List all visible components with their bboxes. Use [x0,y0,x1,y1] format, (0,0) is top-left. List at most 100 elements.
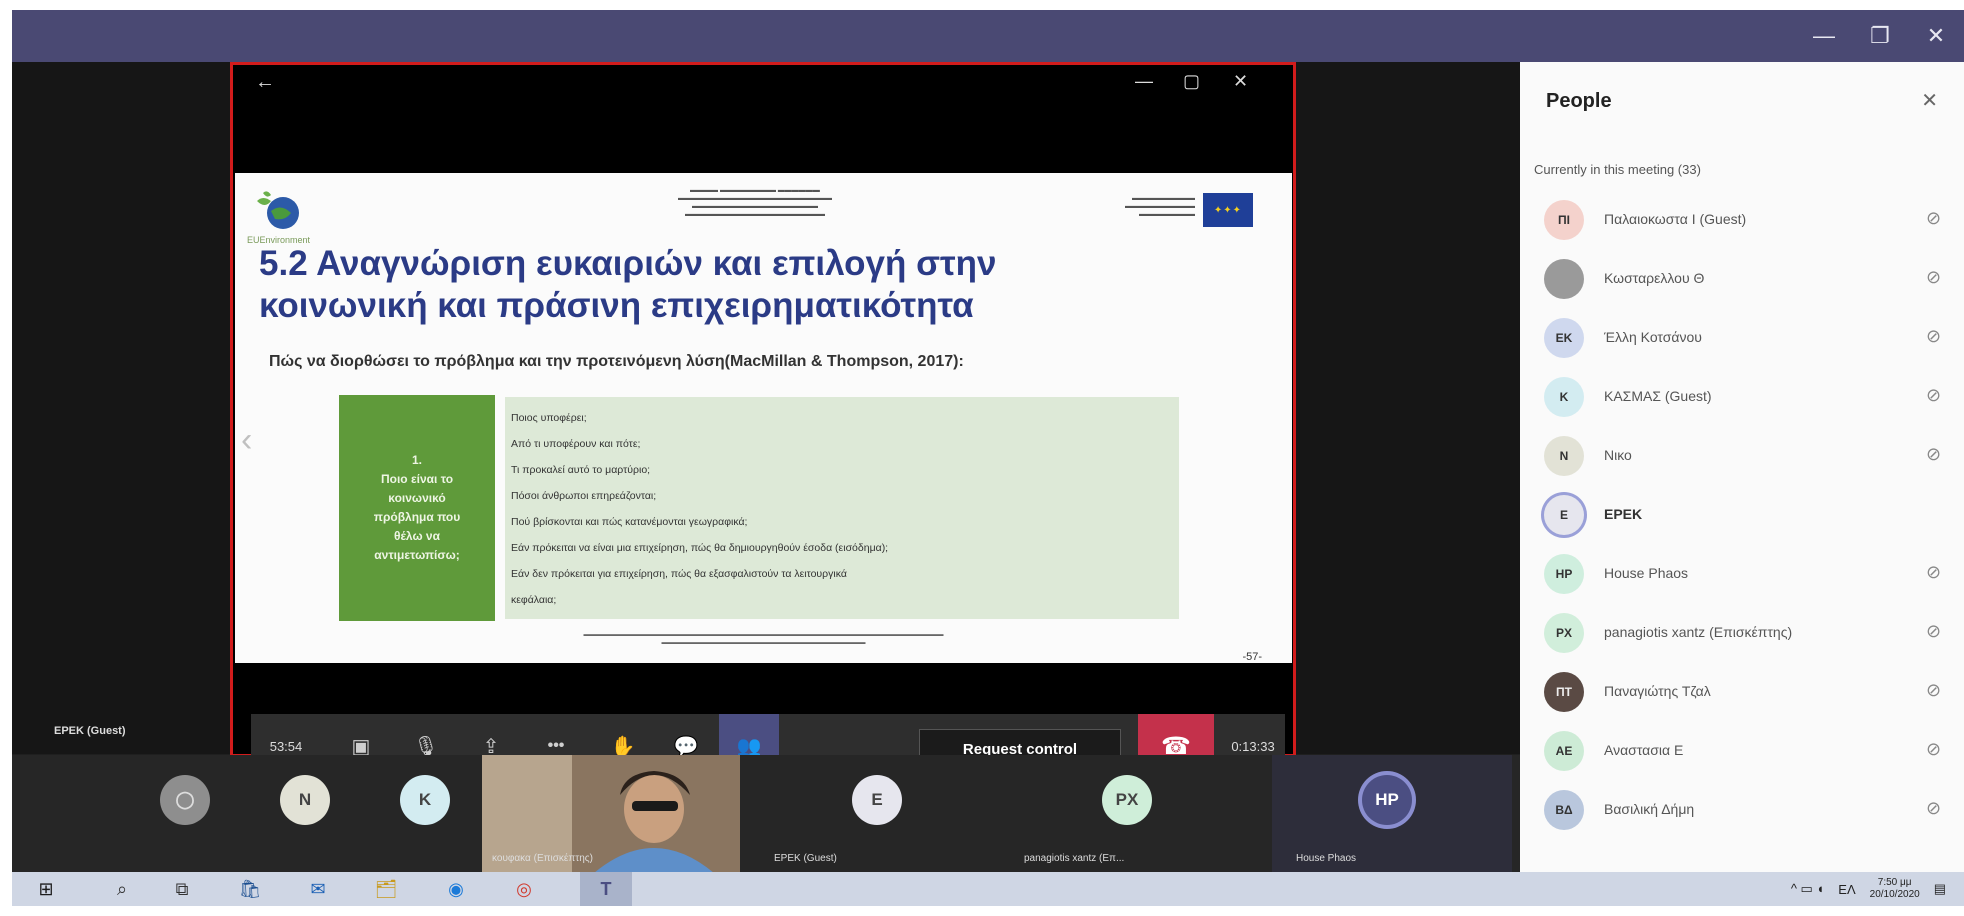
clock-date: 20/10/2020 [1869,889,1920,900]
questions-box: Ποιος υποφέρει; Από τι υποφέρουν και πότ… [505,397,1179,619]
share-close-button[interactable]: ✕ [1233,71,1248,92]
back-arrow-icon[interactable]: ← [255,71,275,94]
eu-flag-icon: ✦✦✦ [1203,193,1253,227]
participant-name: Έλλη Κοτσάνου [1604,329,1702,345]
share-restore-button[interactable]: ▢ [1183,71,1200,92]
participant-tile[interactable]: N [262,755,382,873]
question-item: Πού βρίσκονται και πώς κατανέμονται γεωγ… [511,516,748,528]
notification-icon[interactable]: ▤ [1934,881,1946,897]
question-item: Ποιος υποφέρει; [511,412,587,424]
participant-row[interactable]: ΑΕ Αναστασια Ε ⊘ [1544,731,1954,771]
participant-tile[interactable]: HP House Phaos [1272,755,1512,873]
chrome-icon[interactable]: ◎ [504,872,544,906]
participant-tile[interactable]: ◯ [142,755,262,873]
avatar: K [1544,377,1584,417]
problem-number: 1. [411,453,422,467]
participant-name: panagiotis xantz (Επισκέπτης) [1604,624,1793,640]
clock-time: 7:50 μμ [1877,877,1912,888]
people-title: People [1546,90,1612,112]
file-explorer-icon[interactable]: 🗂 [366,872,406,906]
avatar: ◯ [160,775,210,825]
mic-muted-icon: ⊘ [1926,326,1942,346]
windows-taskbar: ⊞ ⌕ ⧉ 🛍 ✉ 🗂 ◉ ◎ T ^ ▭ ◖ ΕΛ 7:50 μμ 20/10… [12,872,1964,906]
participant-row[interactable]: ΕΚ Έλλη Κοτσάνου ⊘ [1544,318,1954,358]
close-button[interactable]: ✕ [1908,10,1964,62]
problem-line: κοινωνικό [388,491,446,505]
title-bar: — ❐ ✕ [12,10,1964,62]
avatar: PX [1544,613,1584,653]
participant-tile[interactable]: PX panagiotis xantz (Επ... [1012,755,1252,873]
participant-row[interactable]: K ΚΑΣΜΑΣ (Guest) ⊘ [1544,377,1954,417]
stage-participant-label: EPEK (Guest) [54,725,126,737]
avatar: HP [1544,554,1584,594]
mic-muted-icon: ⊘ [1926,444,1942,464]
minimize-button[interactable]: — [1796,10,1852,62]
participant-name: panagiotis xantz (Επ... [1024,853,1125,864]
participant-strip: ◯ N K κουφακα (Επισκέπτης) E EPEK (Guest… [12,755,1520,873]
participant-row[interactable]: PX panagiotis xantz (Επισκέπτης) ⊘ [1544,613,1954,653]
previous-slide-icon[interactable]: ‹ [241,421,252,460]
question-item: Πόσοι άνθρωποι επηρεάζονται; [511,490,657,502]
slide-footer-text: ▬▬▬▬▬▬▬▬▬▬▬▬▬▬▬▬▬▬▬▬▬▬▬▬▬▬▬▬▬▬▬▬▬▬▬▬▬▬▬▬… [583,632,944,646]
teams-icon[interactable]: T [580,872,632,906]
share-minimize-button[interactable]: — [1135,71,1153,92]
participant-row[interactable]: Κωσταρελλου Θ ⊘ [1544,259,1954,299]
teams-window: — ❐ ✕ ← — ▢ ✕ EUEnvironment ▬▬▬▬ ▬▬▬▬▬▬▬… [12,10,1964,906]
slide-title: 5.2 Αναγνώριση ευκαιριών και επιλογή στη… [259,244,997,325]
participant-name: Αναστασια Ε [1604,742,1684,758]
screen-share-window: ← — ▢ ✕ EUEnvironment ▬▬▬▬ ▬▬▬▬▬▬▬▬ ▬▬▬▬… [230,62,1296,778]
participant-tile[interactable]: E EPEK (Guest) [752,755,992,873]
participant-name: κουφακα (Επισκέπτης) [492,853,593,864]
mic-muted-icon: ⊘ [1926,562,1942,582]
participant-name: Βασιλική Δήμη [1604,801,1695,817]
avatar: ΕΚ [1544,318,1584,358]
mic-muted-icon: ⊘ [1926,798,1942,818]
mic-muted-icon: ⊘ [1926,621,1942,641]
language-indicator[interactable]: ΕΛ [1838,882,1855,897]
participant-name: ΚΑΣΜΑΣ (Guest) [1604,388,1712,404]
cofunding-text: ▬▬▬▬▬▬▬▬▬ ▬▬▬▬▬▬▬▬▬▬ ▬▬▬▬▬▬▬▬ [1125,195,1195,218]
participant-name: Παναγιώτης Τζαλ [1604,683,1711,699]
share-window-bar: ← — ▢ ✕ [233,65,1293,103]
edge-icon[interactable]: ◉ [436,872,476,906]
store-icon[interactable]: 🛍 [230,872,270,906]
close-icon[interactable]: ✕ [1921,88,1938,113]
participant-name: House Phaos [1296,853,1357,864]
tray-icons[interactable]: ^ ▭ ◖ [1791,881,1824,897]
participant-name: House Phaos [1604,565,1689,581]
participant-video[interactable]: κουφακα (Επισκέπτης) [482,755,740,873]
problem-box: 1. Ποιο είναι το κοινωνικό πρόβλημα που … [339,395,495,621]
task-view-icon[interactable]: ⧉ [162,872,202,906]
participant-row[interactable]: ΠΙ Παλαιοκωστα Ι (Guest) ⊘ [1544,200,1954,240]
problem-line: θέλω να [394,529,440,543]
question-item: κεφάλαια; [511,594,557,606]
participant-row[interactable]: HP House Phaos ⊘ [1544,554,1954,594]
participant-row[interactable]: ΠΤ Παναγιώτης Τζαλ ⊘ [1544,672,1954,712]
slide-subtitle: Πώς να διορθώσει το πρόβλημα και την προ… [269,353,964,370]
participant-name: Νικο [1604,447,1632,463]
avatar: ΠΤ [1544,672,1584,712]
avatar: ΠΙ [1544,200,1584,240]
clock[interactable]: 7:50 μμ 20/10/2020 [1870,877,1920,901]
avatar: HP [1362,775,1412,825]
avatar: ΒΔ [1544,790,1584,830]
avatar: ΑΕ [1544,731,1584,771]
mic-muted-icon: ⊘ [1926,385,1942,405]
start-icon[interactable]: ⊞ [26,872,66,906]
duration-text: 53:54 [269,738,303,754]
participant-tile[interactable]: K [382,755,482,873]
avatar: E [1544,495,1584,535]
meeting-section-header[interactable]: Currently in this meeting (33) [1534,162,1701,177]
participant-row[interactable]: N Νικο ⊘ [1544,436,1954,476]
participant-row[interactable]: ΒΔ Βασιλική Δήμη ⊘ [1544,790,1954,830]
avatar [1544,259,1584,299]
mail-icon[interactable]: ✉ [298,872,338,906]
participant-row[interactable]: E EPEK [1544,495,1954,535]
participant-name: Παλαιοκωστα Ι (Guest) [1604,211,1747,227]
search-icon[interactable]: ⌕ [102,872,142,906]
avatar: PX [1102,775,1152,825]
restore-button[interactable]: ❐ [1852,10,1908,62]
presentation-slide: EUEnvironment ▬▬▬▬ ▬▬▬▬▬▬▬▬ ▬▬▬▬▬▬ ▬▬▬▬▬▬… [235,173,1292,663]
mic-muted-icon: ⊘ [1926,739,1942,759]
avatar: E [852,775,902,825]
